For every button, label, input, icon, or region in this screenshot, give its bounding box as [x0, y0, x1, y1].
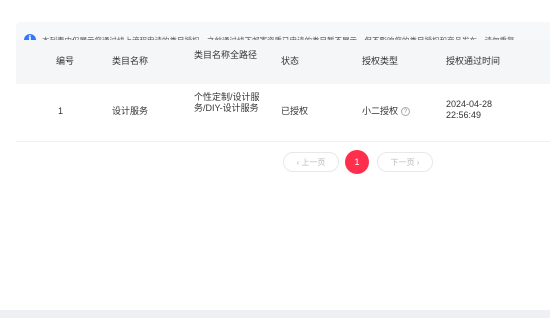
table-header: 编号 类目名称 类目名称全路径 状态 授权类型 授权通过时间 — [16, 40, 550, 84]
header-status: 状态 — [281, 56, 300, 66]
table-row: 1 设计服务 个性定制/设计服务/DIY-设计服务 已授权 小二授权? 2024… — [16, 84, 550, 142]
header-category-path: 类目名称全路径 — [194, 50, 258, 60]
next-page-button[interactable]: 下一页 › — [377, 152, 433, 172]
row-category-path: 个性定制/设计服务/DIY-设计服务 — [194, 92, 260, 113]
header-id: 编号 — [56, 56, 75, 66]
pagination: ‹ 上一页 1 下一页 › — [0, 150, 550, 174]
header-category-name: 类目名称 — [112, 56, 149, 66]
header-auth-type: 授权类型 — [362, 56, 399, 66]
page-1-button[interactable]: 1 — [345, 150, 369, 174]
footer-bar — [0, 310, 550, 318]
prev-page-button[interactable]: ‹ 上一页 — [283, 152, 339, 172]
row-auth-time: 2024-04-28 22:56:49 — [446, 99, 493, 120]
row-id: 1 — [58, 106, 64, 116]
header-auth-time: 授权通过时间 — [446, 56, 501, 66]
row-auth-type: 小二授权? — [362, 106, 411, 117]
row-status: 已授权 — [281, 106, 309, 116]
question-circle-icon[interactable]: ? — [401, 107, 411, 117]
auth-type-label: 小二授权 — [362, 106, 399, 116]
row-category-name: 设计服务 — [112, 106, 149, 116]
